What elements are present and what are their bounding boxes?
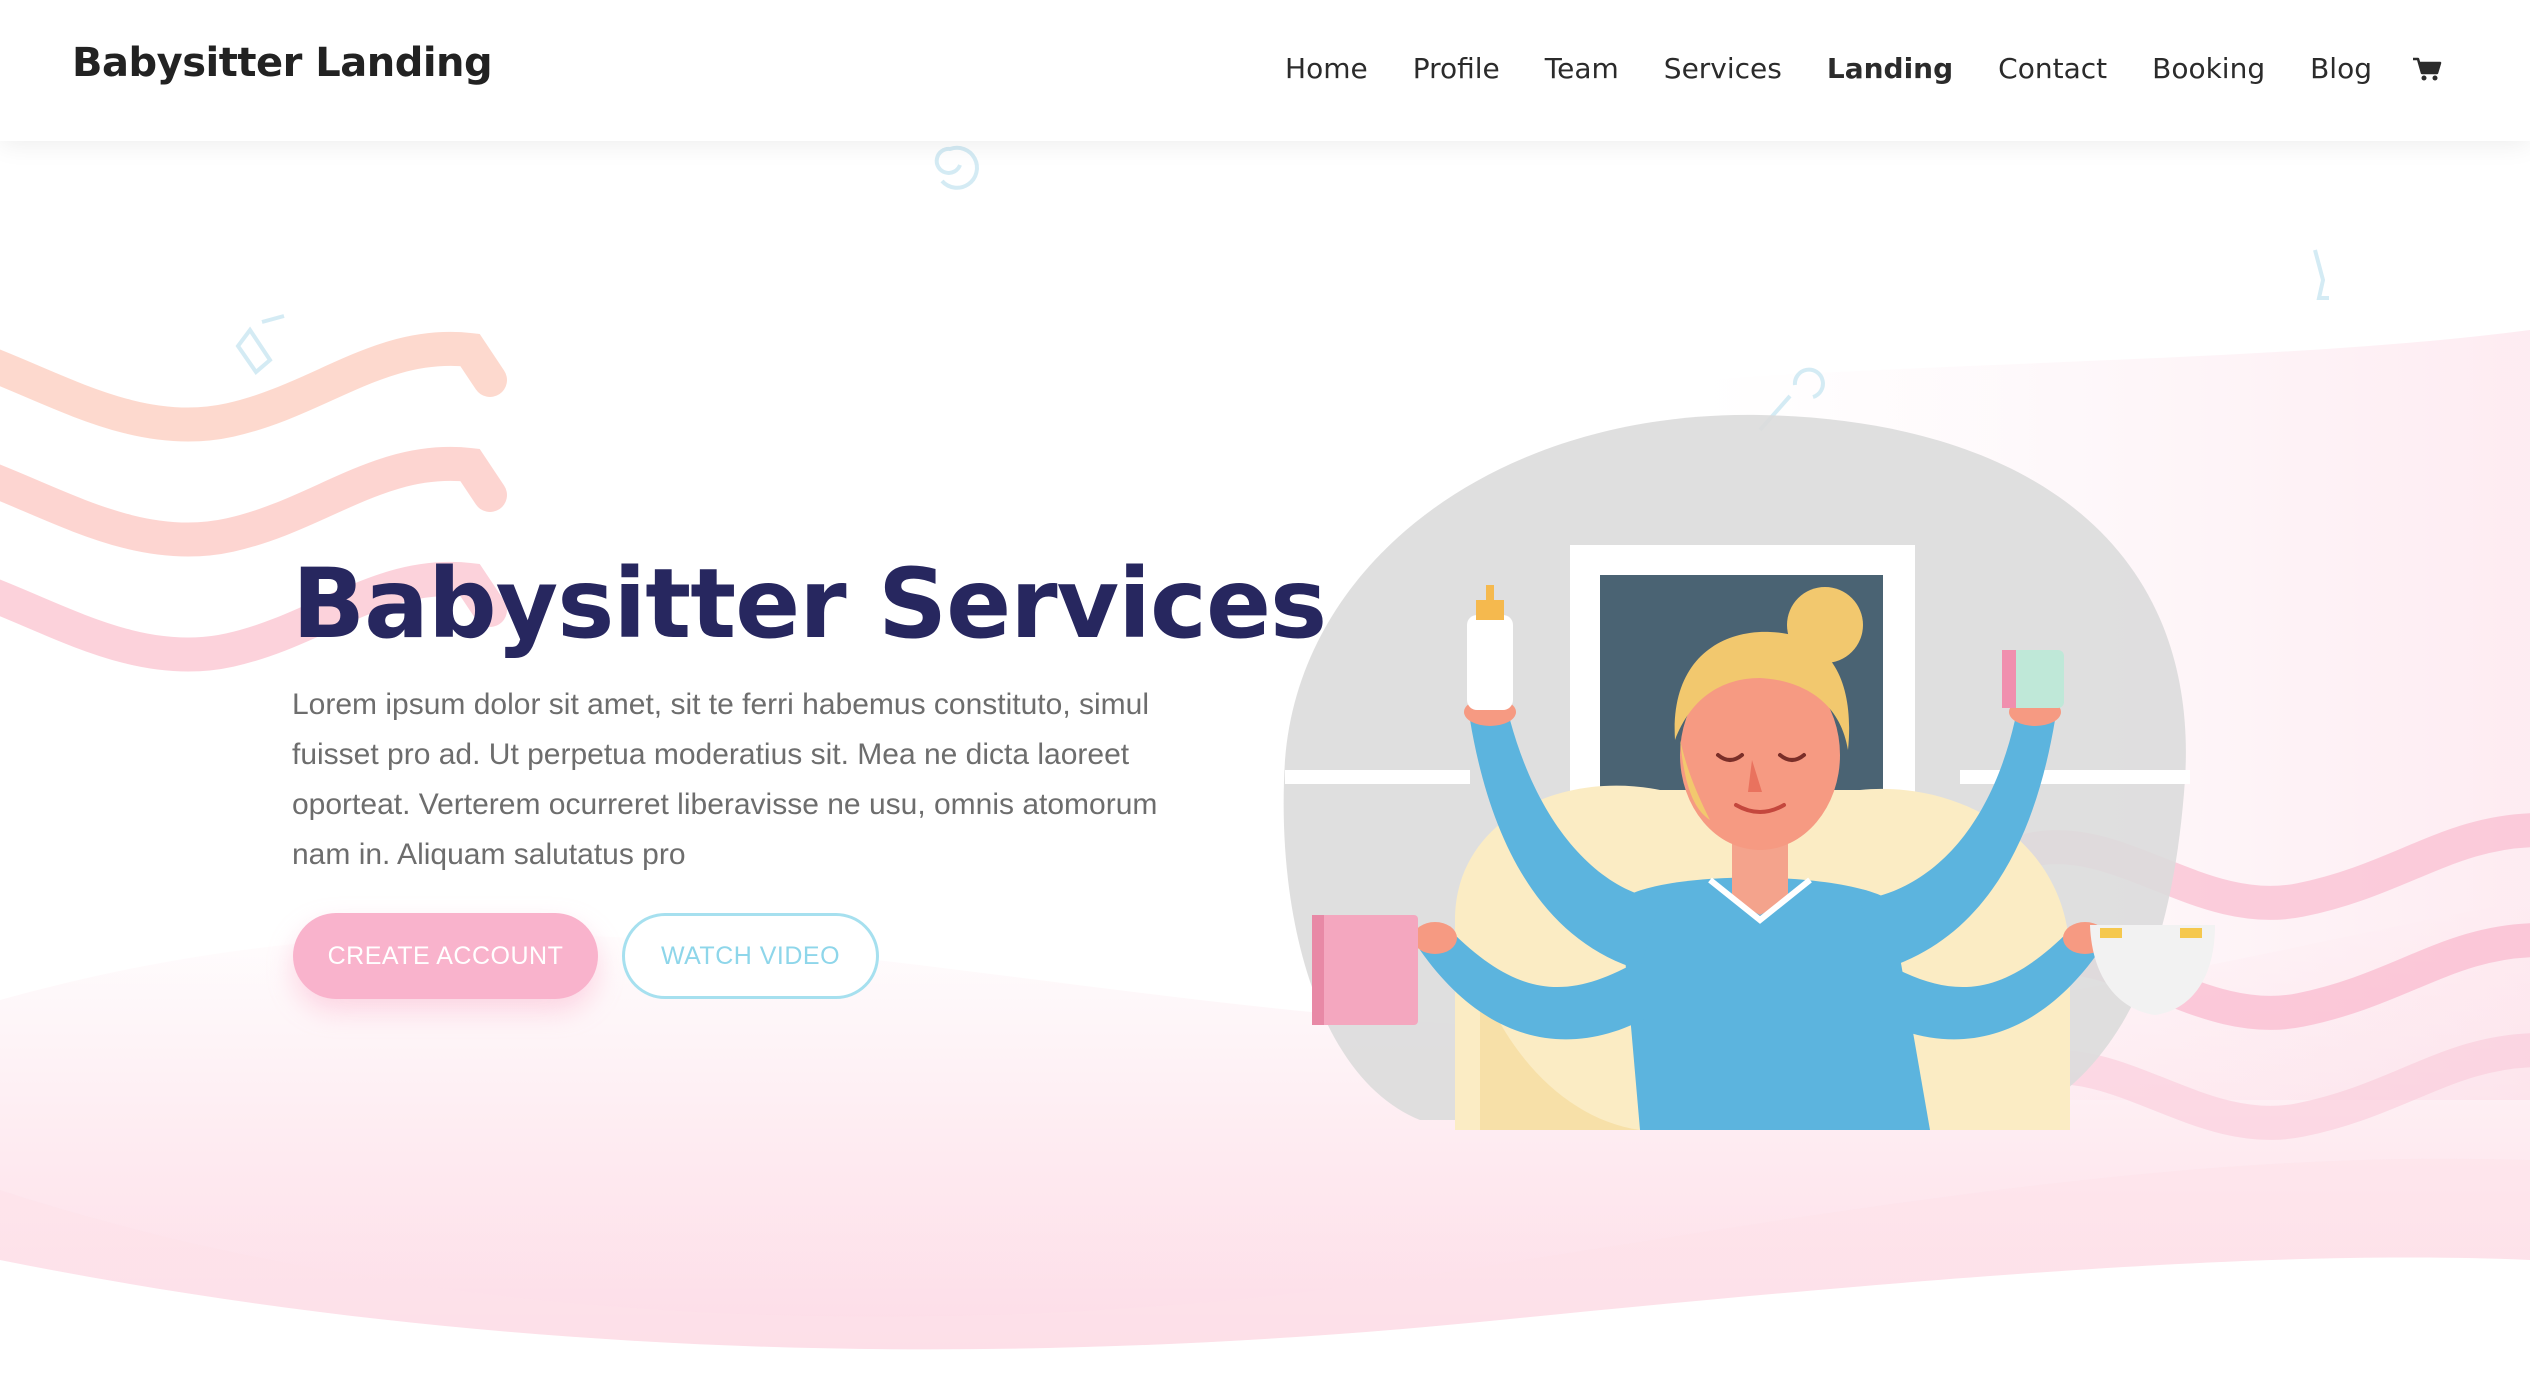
site-header: Babysitter Landing Home Profile Team Ser…	[0, 0, 2530, 141]
nav-item-profile[interactable]: Profile	[1413, 52, 1500, 85]
nav-item-services[interactable]: Services	[1664, 52, 1782, 85]
hero-description: Lorem ipsum dolor sit amet, sit te ferri…	[292, 688, 1158, 871]
shopping-cart-icon[interactable]	[2412, 56, 2442, 82]
nav-item-landing[interactable]: Landing	[1827, 52, 1953, 85]
babysitter-illustration	[1283, 414, 2215, 1130]
main-nav: Home Profile Team Services Landing Conta…	[1240, 52, 2442, 85]
nav-item-home[interactable]: Home	[1285, 52, 1368, 85]
watch-video-button[interactable]: WATCH VIDEO	[622, 913, 879, 999]
hero-title: Babysitter Services	[292, 548, 1327, 660]
nav-item-contact[interactable]: Contact	[1998, 52, 2107, 85]
create-account-button[interactable]: CREATE ACCOUNT	[293, 913, 598, 999]
nav-item-team[interactable]: Team	[1545, 52, 1619, 85]
nav-item-booking[interactable]: Booking	[2152, 52, 2265, 85]
site-logo[interactable]: Babysitter Landing	[72, 40, 493, 86]
nav-item-blog[interactable]: Blog	[2310, 52, 2372, 85]
